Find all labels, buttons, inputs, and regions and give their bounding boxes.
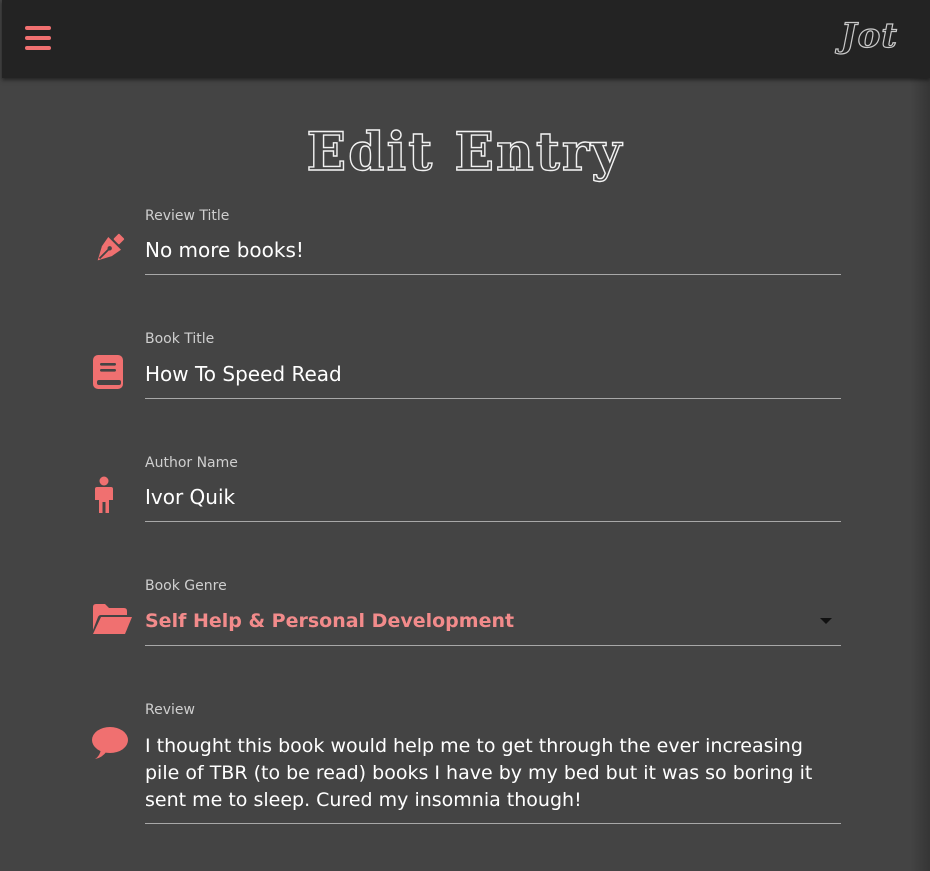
book-genre-underline: [145, 645, 841, 646]
book-title-input[interactable]: How To Speed Read: [145, 361, 839, 388]
review-title-input[interactable]: No more books!: [145, 237, 839, 264]
hamburger-menu-icon[interactable]: [22, 22, 54, 54]
comment-icon: [91, 726, 129, 764]
top-navbar: Jot: [2, 0, 930, 78]
app-page: Jot Edit Entry Review Title No more book…: [0, 0, 930, 871]
pen-nib-icon: [90, 230, 128, 272]
chevron-down-icon[interactable]: [820, 618, 832, 624]
review-label: Review: [145, 702, 195, 718]
brand-logo[interactable]: Jot: [840, 15, 898, 56]
folder-open-icon: [91, 603, 133, 639]
book-genre-select[interactable]: Self Help & Personal Development: [145, 608, 839, 635]
review-underline: [145, 823, 841, 824]
book-title-underline: [145, 398, 841, 399]
review-textarea[interactable]: I thought this book would help me to get…: [145, 733, 839, 814]
review-title-label: Review Title: [145, 208, 230, 224]
author-name-underline: [145, 521, 841, 522]
book-genre-label: Book Genre: [145, 578, 227, 594]
page-title: Edit Entry: [306, 121, 624, 183]
book-title-label: Book Title: [145, 331, 215, 347]
scroll-edge-shadow: [910, 0, 930, 871]
author-name-label: Author Name: [145, 455, 238, 471]
person-icon: [93, 476, 115, 518]
menu-button[interactable]: [22, 22, 54, 54]
review-title-underline: [145, 274, 841, 275]
author-name-input[interactable]: Ivor Quik: [145, 484, 839, 511]
book-icon: [92, 354, 124, 394]
